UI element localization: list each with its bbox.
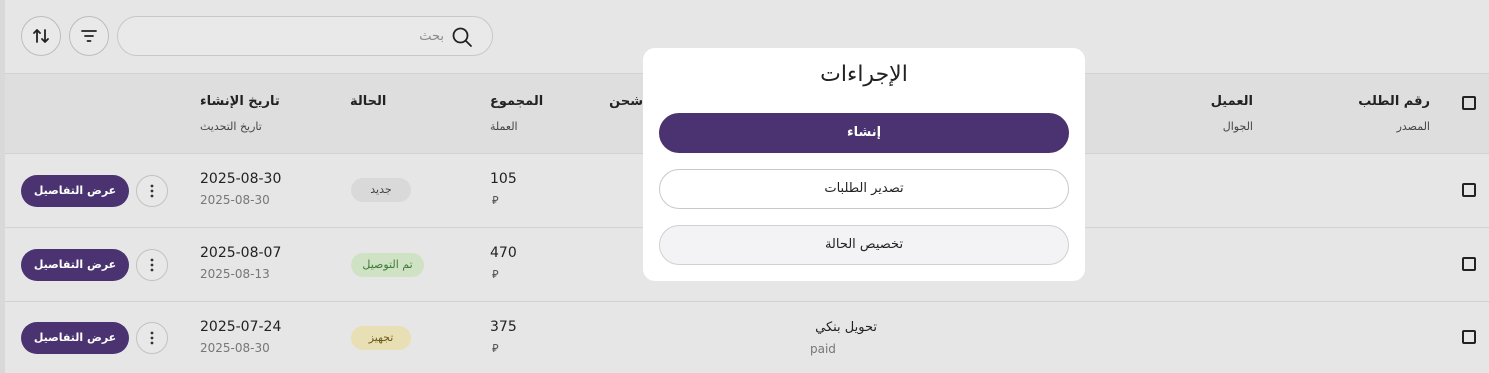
actions-modal: الإجراءات إنشاء تصدير الطلبات تخصيص الحا… xyxy=(643,48,1085,281)
header-order-number: رقم الطلب xyxy=(1358,94,1430,109)
header-created-at: تاريخ الإنشاء xyxy=(200,94,280,109)
search-input[interactable] xyxy=(144,17,444,55)
view-details-button[interactable]: عرض التفاصيل xyxy=(21,322,129,354)
row-checkbox[interactable] xyxy=(1462,330,1476,344)
sort-button[interactable] xyxy=(21,16,61,56)
currency-symbol: ⃁ xyxy=(492,342,499,355)
header-customer: العميل xyxy=(1210,94,1253,109)
sort-arrows-icon xyxy=(33,29,49,43)
more-vertical-icon xyxy=(150,331,154,345)
row-checkbox[interactable] xyxy=(1462,183,1476,197)
view-details-button[interactable]: عرض التفاصيل xyxy=(21,249,129,281)
order-total: 105 xyxy=(490,171,517,187)
row-more-button[interactable] xyxy=(136,175,168,207)
customize-status-button[interactable]: تخصيص الحالة xyxy=(659,225,1069,265)
header-total: المجموع xyxy=(490,94,544,109)
updated-date: 2025-08-30 xyxy=(200,193,270,207)
row-checkbox[interactable] xyxy=(1462,257,1476,271)
view-details-button[interactable]: عرض التفاصيل xyxy=(21,175,129,207)
table-row: 2025-07-24 2025-08-30 375 ⃁ تجهيز تحويل … xyxy=(5,302,1489,373)
created-date: 2025-08-30 xyxy=(200,171,282,187)
more-vertical-icon xyxy=(150,184,154,198)
currency-symbol: ⃁ xyxy=(492,194,499,207)
modal-title: الإجراءات xyxy=(820,62,908,87)
status-badge: جديد xyxy=(351,178,411,202)
header-status: الحالة xyxy=(350,94,387,109)
export-orders-button[interactable]: تصدير الطلبات xyxy=(659,169,1069,209)
header-source: المصدر xyxy=(1396,120,1430,133)
created-date: 2025-08-07 xyxy=(200,245,282,261)
order-total: 470 xyxy=(490,245,517,261)
updated-date: 2025-08-30 xyxy=(200,341,270,355)
row-more-button[interactable] xyxy=(136,249,168,281)
search-icon xyxy=(452,27,472,47)
payment-method: تحويل بنكي xyxy=(815,320,877,335)
order-total: 375 xyxy=(490,319,517,335)
header-phone: الجوال xyxy=(1222,120,1253,133)
filter-lines-icon xyxy=(81,30,97,42)
search-box[interactable] xyxy=(117,16,493,56)
updated-date: 2025-08-13 xyxy=(200,267,270,281)
header-currency: العملة xyxy=(490,120,518,133)
status-badge: تم التوصيل xyxy=(351,253,424,277)
created-date: 2025-07-24 xyxy=(200,319,282,335)
header-updated-at: تاريخ التحديث xyxy=(200,120,262,133)
status-badge: تجهيز xyxy=(351,326,411,350)
row-more-button[interactable] xyxy=(136,322,168,354)
create-button[interactable]: إنشاء xyxy=(659,113,1069,153)
select-all-checkbox[interactable] xyxy=(1462,96,1476,110)
header-shipping: شحن xyxy=(609,94,643,109)
currency-symbol: ⃁ xyxy=(492,268,499,281)
payment-status: paid xyxy=(810,342,836,356)
orders-page: رقم الطلب المصدر العميل الجوال شحن المجم… xyxy=(0,0,1489,373)
more-vertical-icon xyxy=(150,258,154,272)
filter-button[interactable] xyxy=(69,16,109,56)
